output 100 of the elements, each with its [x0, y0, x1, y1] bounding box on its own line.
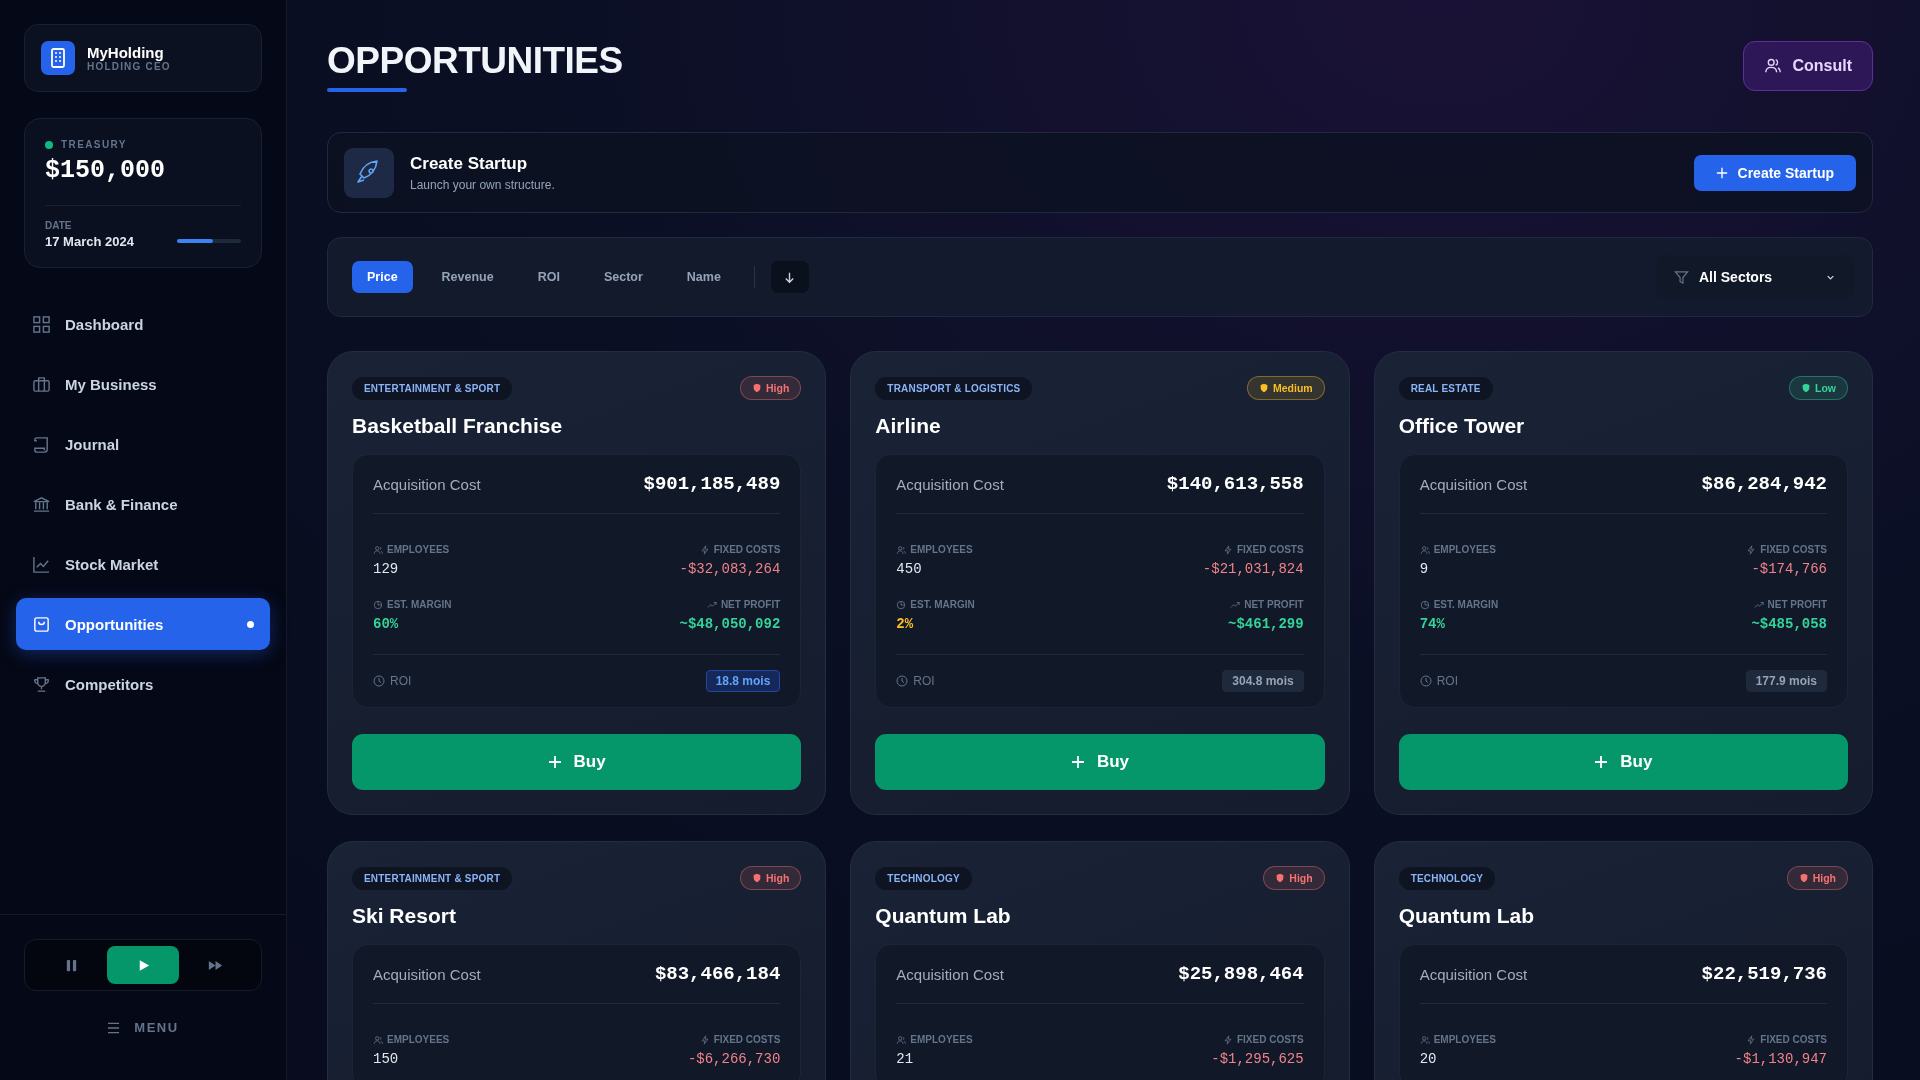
nav-item[interactable]: Dashboard	[16, 298, 270, 350]
lightning-icon	[699, 1034, 710, 1045]
role-label: HOLDING CEO	[87, 61, 171, 72]
fixed-costs-label: FIXED COSTS	[1746, 1034, 1827, 1045]
employees-value: 450	[896, 561, 923, 577]
sector-tag: TECHNOLOGY	[1398, 866, 1496, 890]
building-icon	[41, 41, 75, 75]
page-title: OPPORTUNITIES	[327, 40, 623, 82]
pie-chart-icon	[1419, 599, 1430, 610]
cost-value: $22,519,736	[1701, 963, 1827, 985]
roi-label: ROI	[1419, 674, 1458, 688]
margin-label: EST. MARGIN	[896, 599, 1100, 610]
risk-badge: Medium	[1247, 376, 1325, 400]
sort-direction-button[interactable]	[770, 261, 809, 293]
buy-button[interactable]: Buy	[875, 734, 1325, 790]
employees-value: 150	[373, 1051, 400, 1067]
lightning-icon	[699, 544, 710, 555]
menu-button[interactable]: MENU	[101, 1019, 185, 1036]
net-profit-value: ~$485,058	[1751, 616, 1827, 632]
cost-value: $140,613,558	[1166, 473, 1304, 495]
active-indicator-dot	[247, 620, 254, 628]
plus-icon	[1715, 166, 1728, 179]
nav-item[interactable]: Competitors	[16, 658, 270, 710]
net-profit-label: NET PROFIT	[1230, 599, 1304, 610]
sort-tab[interactable]: ROI	[522, 261, 575, 293]
create-startup-button[interactable]: Create Startup	[1693, 154, 1856, 191]
lightning-icon	[1746, 544, 1757, 555]
net-profit-label: NET PROFIT	[706, 599, 781, 610]
cost-value: $83,466,184	[654, 963, 781, 985]
roi-label: ROI	[896, 674, 935, 688]
business-name: Ski Resort	[352, 904, 457, 928]
margin-label: EST. MARGIN	[373, 599, 577, 610]
business-name: Office Tower	[1398, 414, 1526, 438]
business-name: Quantum Lab	[1398, 904, 1535, 928]
sector-dropdown[interactable]: All Sectors	[1656, 255, 1854, 299]
cost-label: Acquisition Cost	[1419, 965, 1528, 983]
clock-icon	[1419, 675, 1432, 687]
nav-item[interactable]: Opportunities	[16, 598, 270, 650]
sort-tab[interactable]: Sector	[588, 261, 658, 293]
risk-badge: High	[740, 866, 802, 890]
risk-badge: High	[1263, 866, 1325, 890]
sector-tag: TECHNOLOGY	[875, 866, 972, 890]
people-icon	[1419, 544, 1430, 555]
fixed-costs-value: -$21,031,824	[1202, 561, 1304, 577]
startup-title: Create Startup	[410, 153, 529, 174]
grid-icon	[32, 314, 51, 334]
sector-tag: ENTERTAINMENT & SPORT	[352, 866, 513, 890]
fixed-costs-value: -$32,083,264	[679, 561, 781, 577]
scroll-icon	[32, 434, 51, 454]
nav-item[interactable]: Stock Market	[16, 538, 270, 590]
sort-tab[interactable]: Revenue	[426, 261, 509, 293]
people-icon	[1764, 57, 1783, 75]
play-button[interactable]	[107, 946, 179, 984]
nav-item[interactable]: Journal	[16, 418, 270, 470]
employees-label: EMPLOYEES	[1419, 544, 1624, 555]
employees-label: EMPLOYEES	[373, 544, 577, 555]
clock-icon	[373, 675, 385, 687]
roi-label: ROI	[373, 674, 412, 688]
cost-value: $25,898,464	[1178, 963, 1304, 985]
menu-icon	[107, 1021, 121, 1034]
pie-chart-icon	[896, 599, 907, 610]
trend-up-icon	[1230, 599, 1241, 610]
business-name: Basketball Franchise	[352, 414, 564, 438]
roi-badge: 304.8 mois	[1222, 670, 1304, 692]
fixed-costs-value: -$1,295,625	[1211, 1051, 1304, 1067]
margin-value: 74%	[1419, 616, 1446, 632]
employees-value: 129	[373, 561, 400, 577]
buy-button[interactable]: Buy	[352, 734, 802, 790]
net-profit-value: ~$461,299	[1228, 616, 1304, 632]
cost-label: Acquisition Cost	[896, 965, 1004, 983]
trend-up-icon	[1753, 599, 1764, 610]
risk-badge: High	[740, 376, 802, 400]
buy-button[interactable]: Buy	[1398, 734, 1848, 790]
consult-button[interactable]: Consult	[1743, 41, 1873, 91]
employees-label: EMPLOYEES	[373, 1034, 577, 1045]
fixed-costs-label: FIXED COSTS	[699, 1034, 781, 1045]
fixed-costs-label: FIXED COSTS	[1746, 544, 1827, 555]
sort-tab[interactable]: Price	[352, 261, 413, 293]
nav-item[interactable]: My Business	[16, 358, 270, 410]
treasury-amount: $150,000	[45, 156, 167, 185]
trophy-icon	[32, 674, 51, 694]
clock-icon	[896, 675, 909, 687]
fixed-costs-label: FIXED COSTS	[1222, 1034, 1304, 1045]
fixed-costs-value: -$174,766	[1751, 561, 1827, 577]
company-name: MyHolding	[87, 44, 165, 61]
bank-icon	[32, 494, 51, 514]
line-chart-icon	[32, 554, 51, 574]
net-profit-label: NET PROFIT	[1753, 599, 1827, 610]
lightning-icon	[1222, 1034, 1233, 1045]
margin-value: 60%	[373, 616, 400, 632]
cost-label: Acquisition Cost	[373, 965, 481, 983]
lightning-icon	[1746, 1034, 1757, 1045]
nav-item[interactable]: Bank & Finance	[16, 478, 270, 530]
fixed-costs-label: FIXED COSTS	[699, 544, 781, 555]
sector-tag: ENTERTAINMENT & SPORT	[352, 376, 513, 400]
trend-up-icon	[706, 599, 717, 610]
plus-icon	[1594, 755, 1609, 769]
sort-tab[interactable]: Name	[671, 261, 736, 293]
cost-value: $901,185,489	[643, 473, 781, 495]
bag-icon	[32, 614, 51, 634]
